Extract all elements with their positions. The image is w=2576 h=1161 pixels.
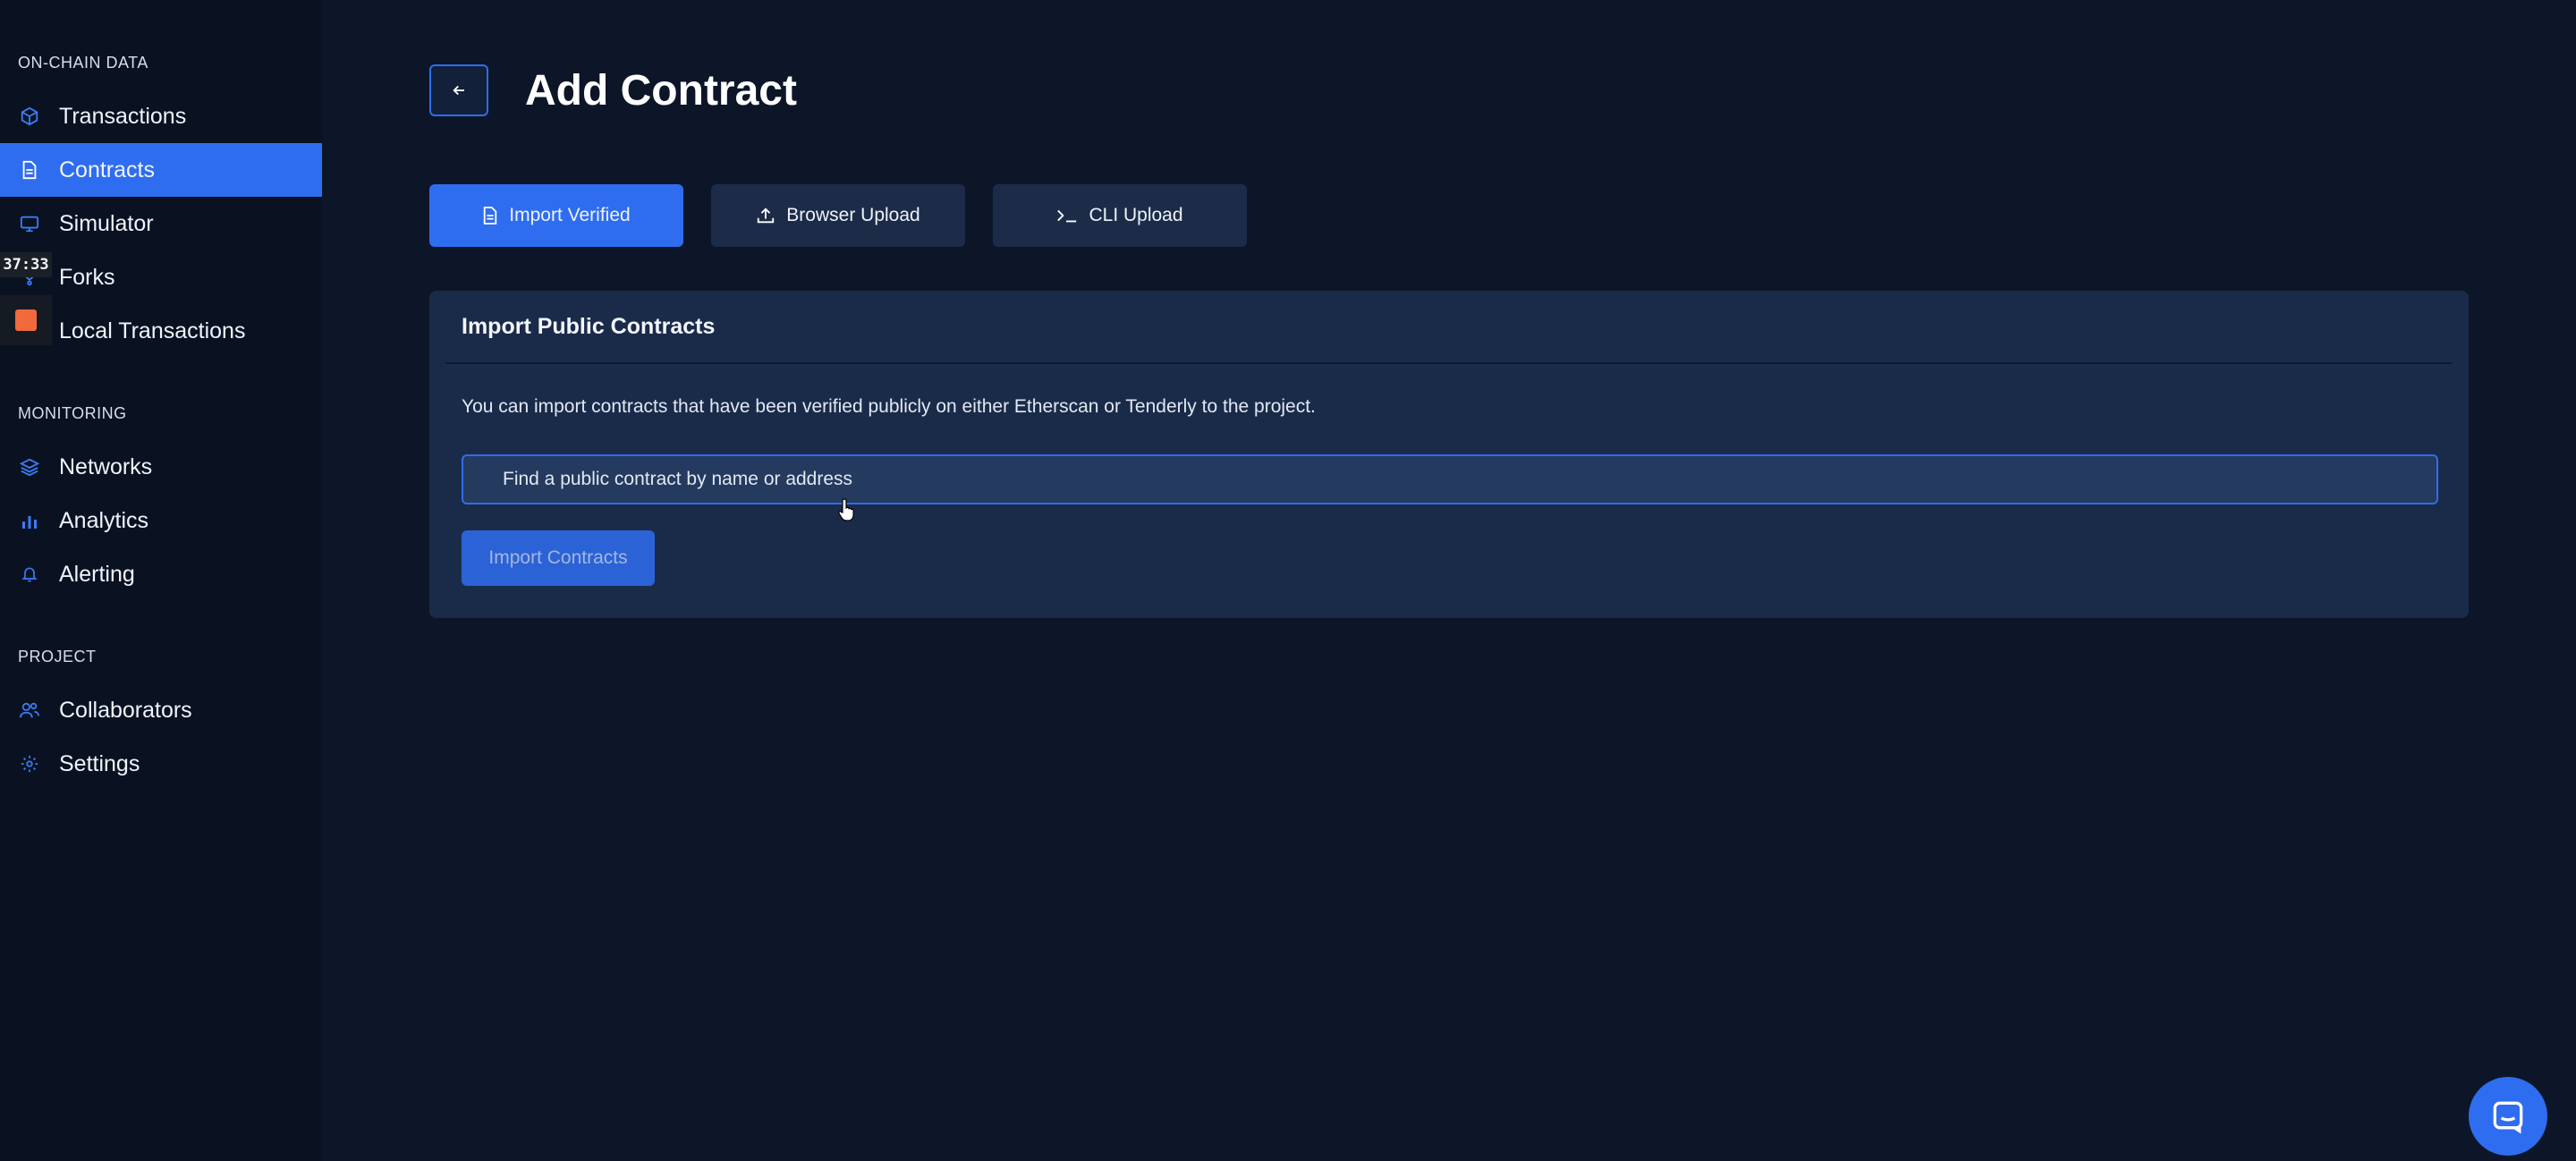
- import-public-contracts-card: Import Public Contracts You can import c…: [429, 291, 2469, 618]
- arrow-left-icon: [453, 85, 464, 96]
- contract-search-input[interactable]: [462, 454, 2438, 504]
- sidebar-item-label: Local Transactions: [59, 318, 246, 343]
- sidebar-item-analytics[interactable]: Analytics: [0, 494, 322, 547]
- record-stop-button[interactable]: [0, 295, 52, 345]
- sidebar-item-settings[interactable]: Settings: [0, 737, 322, 791]
- users-icon: [18, 699, 41, 722]
- tab-cli-upload[interactable]: CLI Upload: [993, 184, 1247, 247]
- sidebar-item-label: Forks: [59, 264, 115, 290]
- card-title: Import Public Contracts: [462, 314, 716, 339]
- tab-browser-upload[interactable]: Browser Upload: [711, 184, 965, 247]
- sidebar-item-contracts[interactable]: Contracts: [0, 143, 322, 197]
- document-icon: [482, 206, 498, 225]
- gear-icon: [18, 752, 41, 775]
- bell-icon: [18, 563, 41, 586]
- sidebar-item-label: Settings: [59, 750, 140, 776]
- monitor-icon: [18, 212, 41, 235]
- terminal-prompt-icon: [1056, 207, 1078, 225]
- tab-import-verified[interactable]: Import Verified: [429, 184, 683, 247]
- sidebar-item-networks[interactable]: Networks: [0, 440, 322, 494]
- cube-icon: [18, 105, 41, 128]
- sidebar-item-transactions[interactable]: Transactions: [0, 89, 322, 143]
- stop-icon: [15, 309, 37, 331]
- sidebar-item-label: Alerting: [59, 561, 135, 587]
- chat-icon: [2493, 1101, 2523, 1134]
- document-icon: [18, 158, 41, 182]
- card-description: You can import contracts that have been …: [462, 396, 1316, 417]
- sidebar-item-label: Collaborators: [59, 697, 192, 723]
- section-label-project: PROJECT: [18, 648, 97, 665]
- hand-pointer-icon: [837, 497, 859, 527]
- divider: [445, 362, 2453, 364]
- page-title: Add Contract: [525, 67, 797, 114]
- sidebar-item-simulator[interactable]: Simulator: [0, 197, 322, 250]
- sidebar-item-label: Simulator: [59, 210, 154, 236]
- section-label-on-chain-data: ON-CHAIN DATA: [18, 54, 148, 72]
- sidebar-item-label: Transactions: [59, 103, 187, 129]
- upload-icon: [756, 206, 775, 225]
- chat-support-button[interactable]: [2469, 1077, 2547, 1156]
- back-button[interactable]: [429, 64, 488, 116]
- layers-icon: [18, 455, 41, 479]
- import-contracts-button[interactable]: Import Contracts: [462, 530, 655, 586]
- recording-timer: 37:33: [0, 252, 52, 277]
- bar-chart-icon: [18, 509, 41, 532]
- tab-label: Import Verified: [509, 205, 631, 225]
- tab-label: Browser Upload: [786, 205, 920, 225]
- sidebar-item-alerting[interactable]: Alerting: [0, 547, 322, 601]
- section-label-monitoring: MONITORING: [18, 404, 127, 422]
- sidebar: ON-CHAIN DATA Transactions Contracts Sim…: [0, 0, 322, 1161]
- sidebar-item-label: Contracts: [59, 157, 155, 182]
- sidebar-item-label: Analytics: [59, 507, 149, 533]
- sidebar-item-collaborators[interactable]: Collaborators: [0, 683, 322, 737]
- tab-label: CLI Upload: [1089, 205, 1183, 225]
- sidebar-item-label: Networks: [59, 453, 153, 479]
